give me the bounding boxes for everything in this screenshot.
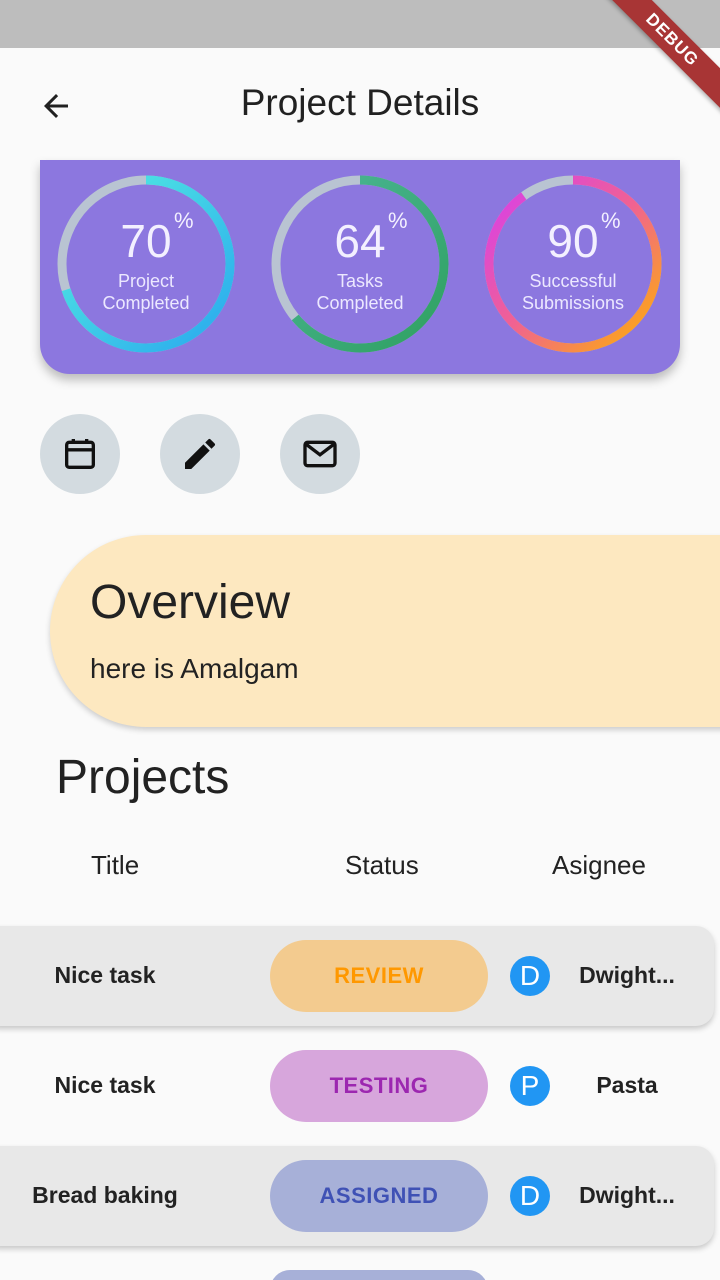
assignee-name: Dwight... xyxy=(579,1182,675,1208)
edit-button[interactable] xyxy=(160,414,240,494)
stat-unit: % xyxy=(174,208,194,233)
task-title: Nice task xyxy=(54,962,156,988)
status-badge[interactable]: ASSIGNED xyxy=(270,1160,488,1232)
calendar-icon xyxy=(65,439,95,469)
column-header-assignee: Asignee xyxy=(552,850,646,880)
status-badge[interactable]: REVIEW xyxy=(270,940,488,1012)
successful-submissions-ring: 90 % Successful Submissions xyxy=(483,174,663,354)
overview-text: here is Amalgam xyxy=(90,653,299,684)
task-title: Bread baking xyxy=(32,1182,178,1208)
status-badge-partial xyxy=(270,1270,488,1280)
overview-heading: Overview xyxy=(90,576,291,629)
assignee-name: Pasta xyxy=(596,1072,658,1098)
avatar: P xyxy=(510,1066,550,1106)
avatar: D xyxy=(510,1176,550,1216)
tasks-completed-ring: 64 % Tasks Completed xyxy=(270,174,450,354)
mail-icon xyxy=(303,440,337,468)
overview-card: Overview here is Amalgam xyxy=(50,535,720,727)
stat-unit: % xyxy=(388,208,408,233)
edit-icon xyxy=(185,438,216,469)
stat-value: 90 xyxy=(547,215,599,267)
stat-label: Tasks Completed xyxy=(316,271,404,313)
avatar: D xyxy=(510,956,550,996)
status-badge[interactable]: TESTING xyxy=(270,1050,488,1122)
app-bar: Project Details xyxy=(0,48,720,160)
table-row[interactable]: Nice task REVIEW D Dwight... xyxy=(0,926,714,1026)
stats-card: 70 % Project Completed 64 % Tasks Comple… xyxy=(40,160,680,374)
stat-unit: % xyxy=(601,208,621,233)
projects-heading: Projects xyxy=(56,751,230,804)
page-title: Project Details xyxy=(240,82,480,123)
stat-value: 70 xyxy=(120,215,172,267)
column-header-title: Title xyxy=(91,850,140,880)
table-row[interactable]: Nice task TESTING P Pasta xyxy=(0,1036,714,1136)
stat-label: Successful Submissions xyxy=(521,271,625,313)
stat-label: Project Completed xyxy=(102,271,190,313)
stat-value: 64 xyxy=(334,215,386,267)
calendar-button[interactable] xyxy=(40,414,120,494)
column-header-status: Status xyxy=(345,850,419,880)
assignee-name: Dwight... xyxy=(579,962,675,988)
table-row[interactable]: Bread baking ASSIGNED D Dwight... xyxy=(0,1146,714,1246)
mail-button[interactable] xyxy=(280,414,360,494)
project-completed-ring: 70 % Project Completed xyxy=(56,174,236,354)
task-title: Nice task xyxy=(54,1072,156,1098)
status-bar xyxy=(0,0,720,48)
